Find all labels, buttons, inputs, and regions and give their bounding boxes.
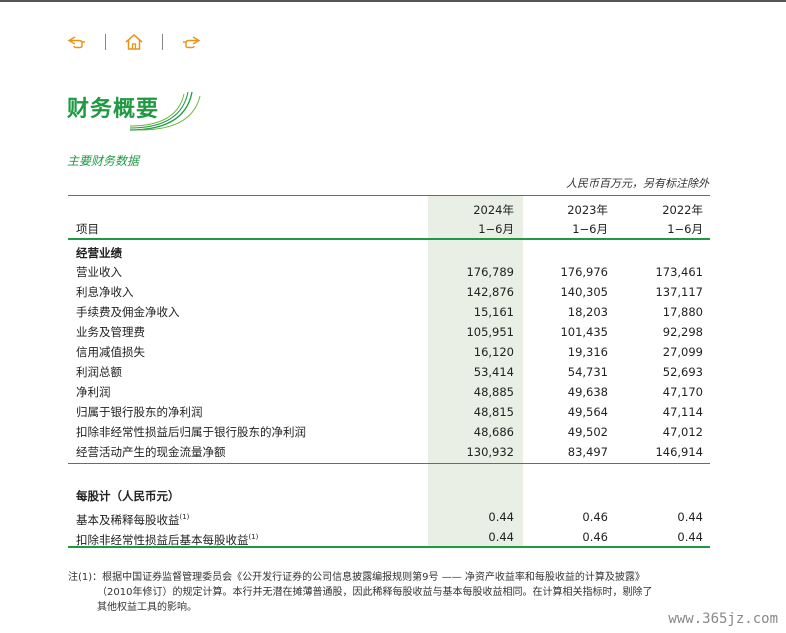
row-label: 手续费及佣金净收入: [76, 305, 180, 319]
row-value-2023: 19,316: [567, 345, 608, 359]
row-value-2022: 92,298: [662, 325, 703, 339]
row-value-2023: 0.46: [582, 510, 608, 524]
row-value-2023: 0.46: [582, 530, 608, 544]
row-value-2024: 105,951: [466, 325, 514, 339]
row-value-2023: 54,731: [567, 365, 608, 379]
col-year-2023: 2023年: [567, 203, 608, 217]
row-value-2022: 0.44: [677, 530, 703, 544]
hand-right-icon[interactable]: [180, 32, 202, 52]
row-label-text: 扣除非经常性损益后基本每股收益: [76, 532, 249, 547]
section1-bottom-rule: [68, 463, 710, 464]
section-title-per-share: 每股计（人民币元）: [76, 489, 180, 503]
row-value-2022: 137,117: [655, 285, 703, 299]
footnote-line: 其他权益工具的影响。: [97, 602, 197, 613]
col-period-2024: 1−6月: [478, 222, 514, 236]
col-year-2022: 2022年: [662, 203, 703, 217]
row-value-2022: 146,914: [655, 445, 703, 459]
row-value-2024: 130,932: [466, 445, 514, 459]
row-value-2022: 52,693: [662, 365, 703, 379]
hand-left-icon[interactable]: [66, 32, 88, 52]
unit-note: 人民币百万元，另有标注除外: [566, 177, 709, 190]
row-value-2024: 16,120: [473, 345, 514, 359]
col-item-header: 项目: [76, 222, 99, 236]
row-label: 信用减值损失: [76, 345, 145, 359]
row-value-2022: 47,114: [662, 405, 703, 419]
row-value-2023: 49,564: [567, 405, 608, 419]
row-label-text: 基本及稀释每股收益: [76, 512, 180, 527]
row-label: 营业收入: [76, 265, 122, 279]
row-value-2022: 17,880: [662, 305, 703, 319]
row-label: 经营活动产生的现金流量净额: [76, 445, 226, 459]
row-value-2022: 173,461: [655, 265, 703, 279]
section-subtitle: 主要财务数据: [67, 154, 140, 168]
nav-separator: [105, 34, 106, 50]
row-value-2023: 176,976: [560, 265, 608, 279]
table-bottom-rule: [68, 546, 710, 548]
col-period-2023: 1−6月: [572, 222, 608, 236]
row-value-2024: 53,414: [473, 365, 514, 379]
header-bottom-rule: [68, 238, 710, 240]
nav-separator: [162, 34, 163, 50]
home-icon[interactable]: [123, 32, 145, 52]
row-label: 归属于银行股东的净利润: [76, 405, 203, 419]
row-value-2022: 47,170: [662, 385, 703, 399]
row-label: 利息净收入: [76, 285, 134, 299]
footnote-ref: (1): [248, 533, 259, 541]
footnote-line: （2010年修订）的规定计算。本行并无潜在摊薄普通股，因此稀释每股收益与基本每股…: [97, 587, 653, 598]
row-label: 基本及稀释每股收益(1): [76, 510, 189, 527]
row-value-2024: 0.44: [488, 510, 514, 524]
row-value-2023: 83,497: [567, 445, 608, 459]
section-title-operating: 经营业绩: [76, 246, 122, 260]
row-value-2023: 101,435: [560, 325, 608, 339]
row-value-2024: 48,686: [473, 425, 514, 439]
row-value-2024: 142,876: [466, 285, 514, 299]
col-year-2024: 2024年: [473, 203, 514, 217]
top-border: [0, 0, 786, 2]
row-label: 业务及管理费: [76, 325, 145, 339]
table-top-rule: [68, 195, 710, 196]
row-value-2023: 140,305: [560, 285, 608, 299]
row-value-2022: 27,099: [662, 345, 703, 359]
row-label: 扣除非经常性损益后基本每股收益(1): [76, 530, 258, 547]
row-value-2023: 18,203: [567, 305, 608, 319]
row-value-2024: 48,815: [473, 405, 514, 419]
row-value-2022: 47,012: [662, 425, 703, 439]
footnote-line: 注(1)：根据中国证券监督管理委员会《公开发行证券的公司信息披露编报规则第9号 …: [68, 572, 645, 583]
row-label: 利润总额: [76, 365, 122, 379]
col-period-2022: 1−6月: [667, 222, 703, 236]
row-label: 扣除非经常性损益后归属于银行股东的净利润: [76, 425, 306, 439]
row-value-2024: 0.44: [488, 530, 514, 544]
row-label: 净利润: [76, 385, 111, 399]
row-value-2022: 0.44: [677, 510, 703, 524]
row-value-2024: 176,789: [466, 265, 514, 279]
title-swoosh-decoration: [130, 91, 201, 131]
row-value-2024: 48,885: [473, 385, 514, 399]
page-nav: [66, 32, 202, 52]
watermark: www.365jz.com: [668, 611, 778, 627]
footnote-ref: (1): [179, 513, 190, 521]
row-value-2023: 49,638: [567, 385, 608, 399]
row-value-2024: 15,161: [473, 305, 514, 319]
row-value-2023: 49,502: [567, 425, 608, 439]
